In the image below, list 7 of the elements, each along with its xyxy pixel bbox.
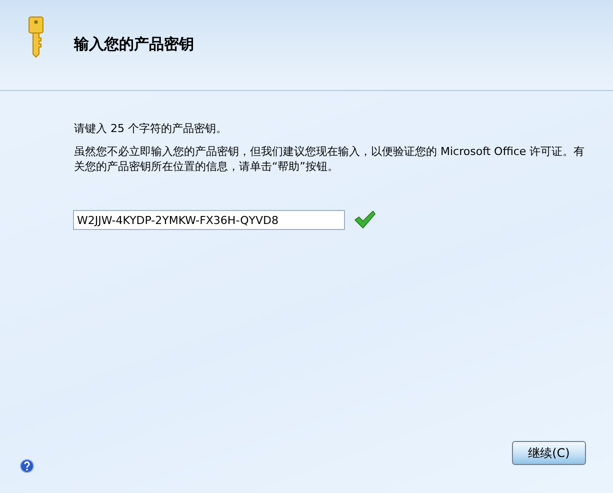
key-icon — [28, 16, 44, 60]
description-text: 虽然您不必立即输入您的产品密钥，但我们建议您现在输入，以便验证您的 Microsoft Office 许可证。有关您的产品密钥所在位置的信息，请单击“帮助”按钮。 — [74, 144, 586, 174]
product-key-field[interactable]: W2JJW-4KYDP-2YMKW-FX36H-QYVD8 — [73, 210, 345, 230]
help-icon[interactable] — [20, 459, 34, 473]
instruction-text: 请键入 25 个字符的产品密钥。 — [74, 121, 228, 136]
dialog-title: 输入您的产品密钥 — [74, 35, 194, 54]
continue-button[interactable]: 继续(C) — [512, 441, 586, 465]
